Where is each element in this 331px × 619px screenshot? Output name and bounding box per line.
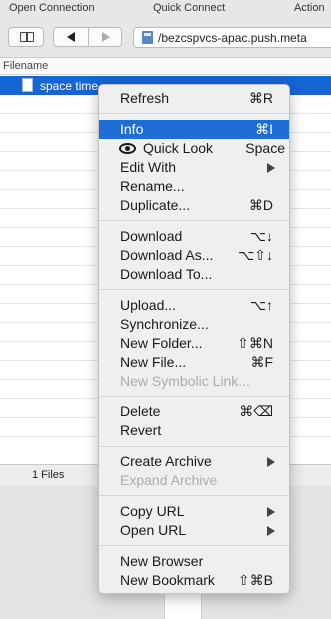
menu-shortcut: Space xyxy=(245,140,285,156)
menu-item-label: Delete xyxy=(120,403,161,419)
menu-separator xyxy=(99,113,289,114)
menu-item-new-symbolic-link: New Symbolic Link... xyxy=(99,372,289,391)
menu-separator xyxy=(99,495,289,496)
menu-item-label: Create Archive xyxy=(120,453,212,469)
menu-item-download-to[interactable]: Download To... xyxy=(99,265,289,284)
menu-separator xyxy=(99,446,289,447)
menu-item-open-url[interactable]: Open URL xyxy=(99,521,289,540)
menu-item-new-browser[interactable]: New Browser xyxy=(99,552,289,571)
menu-item-label: Upload... xyxy=(120,297,177,313)
bookmarks-button[interactable] xyxy=(8,27,44,47)
menu-separator xyxy=(99,289,289,290)
menu-item-synchronize[interactable]: Synchronize... xyxy=(99,315,289,334)
menu-item-duplicate[interactable]: Duplicate... ⌘D xyxy=(99,196,289,215)
menu-separator xyxy=(99,220,289,221)
menu-shortcut: ⇧⌘N xyxy=(237,335,273,351)
files-count: 1 Files xyxy=(32,469,65,481)
menu-item-label: Edit With xyxy=(120,159,177,175)
menu-item-label: New Folder... xyxy=(120,335,203,351)
menu-item-info[interactable]: Info ⌘I xyxy=(99,120,289,139)
menu-item-label: New Browser xyxy=(120,553,204,569)
path-text: /bezcspvcs-apac.push.meta xyxy=(158,31,307,45)
navigation-toolbar: /bezcspvcs-apac.push.meta xyxy=(0,18,331,58)
file-name: space time xyxy=(40,79,99,93)
menu-item-label: Download xyxy=(120,228,183,244)
menu-item-label: Revert xyxy=(120,422,162,438)
menu-shortcut: ⌘F xyxy=(250,354,273,370)
submenu-arrow-icon xyxy=(267,457,275,467)
disk-icon xyxy=(142,31,153,44)
action-button[interactable]: Action xyxy=(294,2,325,14)
menu-item-label: Synchronize... xyxy=(120,316,209,332)
menu-separator xyxy=(99,396,289,397)
menu-item-edit-with[interactable]: Edit With xyxy=(99,158,289,177)
back-button[interactable] xyxy=(53,27,89,47)
menu-item-label: New File... xyxy=(120,354,187,370)
menu-item-rename[interactable]: Rename... xyxy=(99,177,289,196)
menu-item-label: New Bookmark xyxy=(120,572,215,588)
forward-arrow-icon xyxy=(102,32,110,42)
column-header-label: Filename xyxy=(3,60,49,72)
menu-item-new-file[interactable]: New File... ⌘F xyxy=(99,353,289,372)
menu-item-label: Quick Look xyxy=(143,140,214,156)
menu-item-label: Duplicate... xyxy=(120,197,191,213)
menu-shortcut: ⌥↑ xyxy=(249,297,273,313)
menu-item-new-folder[interactable]: New Folder... ⇧⌘N xyxy=(99,334,289,353)
open-connection-button[interactable]: Open Connection xyxy=(9,2,95,14)
menu-shortcut: ⌘R xyxy=(248,90,273,106)
menu-item-refresh[interactable]: Refresh ⌘R xyxy=(99,89,289,108)
menu-item-label: Open URL xyxy=(120,522,187,538)
menu-item-copy-url[interactable]: Copy URL xyxy=(99,502,289,521)
submenu-arrow-icon xyxy=(267,163,275,173)
menu-shortcut: ⇧⌘B xyxy=(237,572,273,588)
eye-icon xyxy=(119,143,136,154)
menu-item-create-archive[interactable]: Create Archive xyxy=(99,452,289,471)
menu-separator xyxy=(99,545,289,546)
book-icon xyxy=(20,32,34,42)
menu-shortcut: ⌘D xyxy=(248,197,273,213)
menu-item-label: Refresh xyxy=(120,90,170,106)
menu-item-label: Copy URL xyxy=(120,503,185,519)
menu-item-new-bookmark[interactable]: New Bookmark ⇧⌘B xyxy=(99,571,289,590)
filename-column-header[interactable]: Filename xyxy=(0,58,331,75)
menu-item-expand-archive: Expand Archive xyxy=(99,471,289,490)
toolbar-labels: Open Connection Quick Connect Action xyxy=(0,0,331,18)
context-menu: Refresh ⌘R Info ⌘I Quick Look Space Edit… xyxy=(98,84,290,594)
menu-shortcut: ⌥⇧↓ xyxy=(238,247,273,263)
menu-item-revert[interactable]: Revert xyxy=(99,421,289,440)
menu-shortcut: ⌘I xyxy=(255,121,273,137)
menu-item-label: Expand Archive xyxy=(120,472,218,488)
menu-item-download[interactable]: Download ⌥↓ xyxy=(99,227,289,246)
menu-item-label: New Symbolic Link... xyxy=(120,373,250,389)
menu-item-label: Download As... xyxy=(120,247,214,263)
forward-button[interactable] xyxy=(88,27,122,47)
menu-item-quick-look[interactable]: Quick Look Space xyxy=(99,139,289,158)
menu-shortcut: ⌘⌫ xyxy=(239,403,273,419)
file-icon xyxy=(22,78,33,92)
menu-item-download-as[interactable]: Download As... ⌥⇧↓ xyxy=(99,246,289,265)
menu-item-label: Rename... xyxy=(120,178,185,194)
menu-item-label: Download To... xyxy=(120,266,213,282)
submenu-arrow-icon xyxy=(267,507,275,517)
quick-connect-button[interactable]: Quick Connect xyxy=(153,2,225,14)
menu-item-label: Info xyxy=(120,121,144,137)
path-selector[interactable]: /bezcspvcs-apac.push.meta xyxy=(133,27,331,48)
menu-item-delete[interactable]: Delete ⌘⌫ xyxy=(99,402,289,421)
menu-item-upload[interactable]: Upload... ⌥↑ xyxy=(99,296,289,315)
back-arrow-icon xyxy=(67,32,75,42)
submenu-arrow-icon xyxy=(267,526,275,536)
menu-shortcut: ⌥↓ xyxy=(249,228,273,244)
